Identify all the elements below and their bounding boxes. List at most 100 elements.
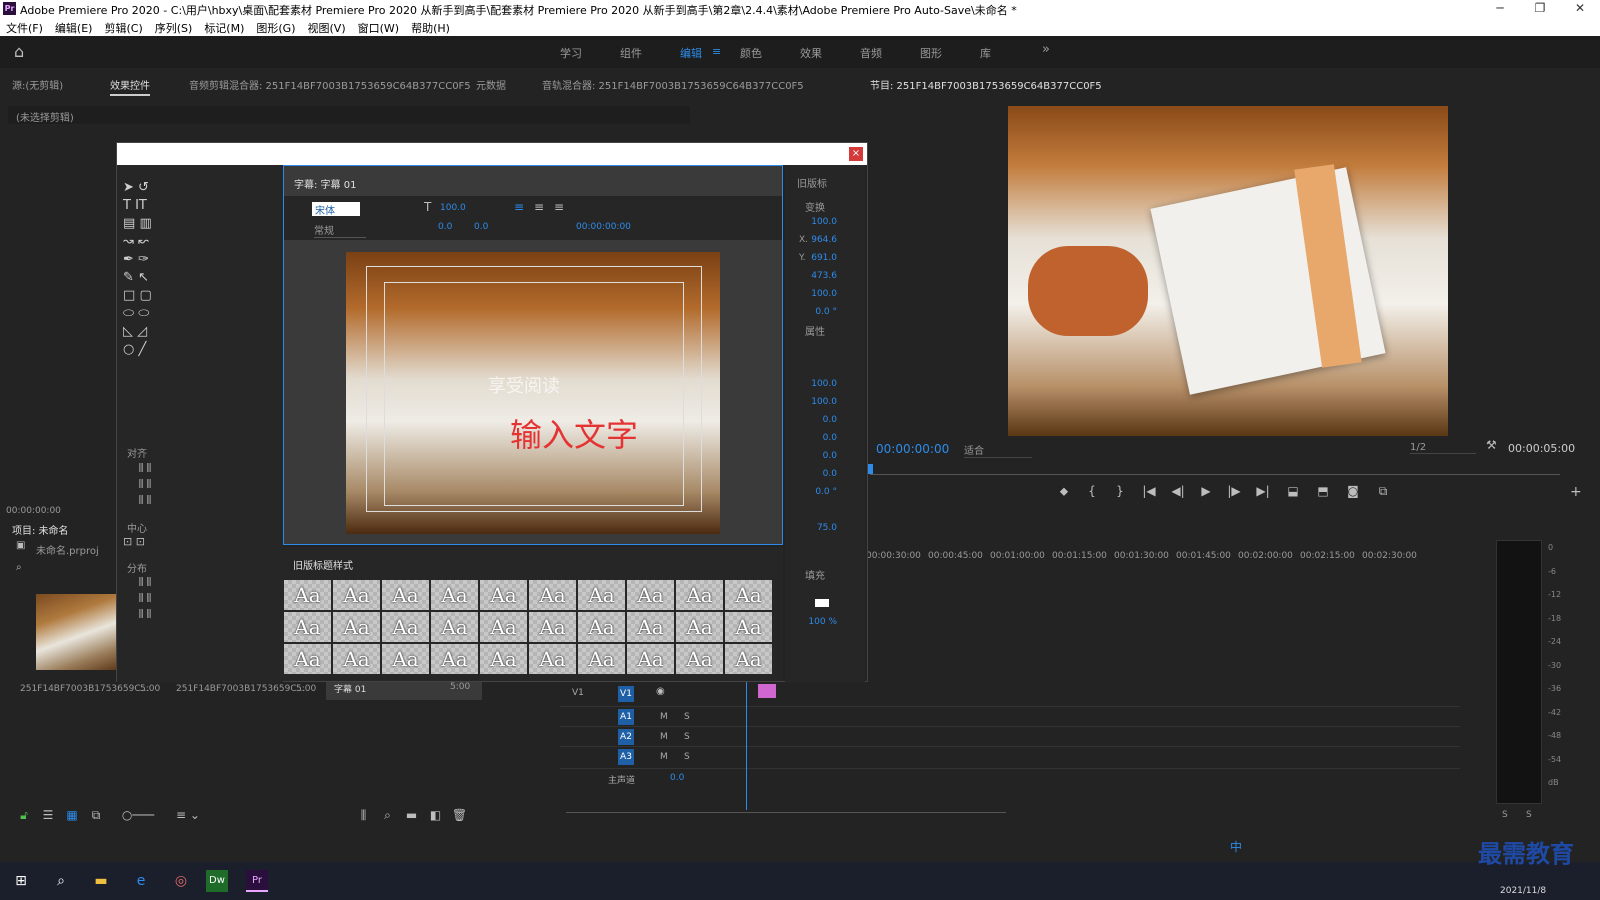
style-swatch[interactable]: Aa bbox=[431, 612, 478, 642]
ellipse-tool-icon[interactable]: ○ bbox=[123, 342, 134, 357]
clip-name[interactable]: 251F14BF7003B1753659C... bbox=[176, 684, 305, 694]
attr-value[interactable]: 0.0 bbox=[797, 415, 837, 425]
workspace-graphics[interactable]: 图形 bbox=[920, 45, 942, 61]
track-target[interactable]: V1 bbox=[618, 686, 634, 702]
track-v1[interactable]: V1 V1 ◉ bbox=[560, 684, 1460, 704]
style-swatch[interactable]: Aa bbox=[284, 580, 331, 610]
track-a3[interactable]: A3 M S bbox=[560, 746, 1460, 766]
clip-name[interactable]: 251F14BF7003B1753659C... bbox=[20, 684, 149, 694]
style-swatch[interactable]: Aa bbox=[382, 612, 429, 642]
workspace-audio[interactable]: 音频 bbox=[860, 45, 882, 61]
style-swatch[interactable]: Aa bbox=[431, 644, 478, 674]
style-swatch[interactable]: Aa bbox=[578, 612, 625, 642]
menu-clip[interactable]: 剪辑(C) bbox=[98, 18, 148, 36]
fill-color-swatch[interactable] bbox=[815, 599, 829, 607]
style-swatch[interactable]: Aa bbox=[578, 644, 625, 674]
leading-value[interactable]: 0.0 bbox=[474, 222, 488, 232]
style-swatch[interactable]: Aa bbox=[333, 644, 380, 674]
style-swatch[interactable]: Aa bbox=[382, 644, 429, 674]
automate-icon[interactable]: ⫼ bbox=[352, 808, 376, 823]
master-volume[interactable]: 0.0 bbox=[670, 773, 684, 783]
icon-view-icon[interactable]: ▦ bbox=[60, 808, 84, 822]
menu-view[interactable]: 视图(V) bbox=[302, 18, 352, 36]
mark-in-icon[interactable]: { bbox=[1078, 484, 1106, 498]
convert-anchor-tool-icon[interactable]: ↖ bbox=[138, 270, 149, 285]
style-swatch[interactable]: Aa bbox=[382, 580, 429, 610]
opacity-value[interactable]: 100.0 bbox=[797, 217, 837, 227]
workspace-editing[interactable]: 编辑 bbox=[680, 45, 702, 61]
style-swatch[interactable]: Aa bbox=[480, 612, 527, 642]
delete-anchor-tool-icon[interactable]: ✑ bbox=[138, 252, 149, 267]
vertical-type-tool-icon[interactable]: IT bbox=[135, 198, 147, 213]
rectangle-tool-icon[interactable]: □ bbox=[123, 288, 135, 303]
center-buttons[interactable]: ⊡ ⊡ bbox=[123, 535, 145, 548]
clipped-corner-tool-icon[interactable]: ⬭ bbox=[123, 306, 134, 321]
style-swatch[interactable]: Aa bbox=[529, 612, 576, 642]
step-back-icon[interactable]: ◀| bbox=[1164, 484, 1192, 498]
dialog-close-button[interactable]: × bbox=[849, 147, 863, 161]
compare-icon[interactable]: ⧉ bbox=[1368, 484, 1398, 499]
solo-button[interactable]: S bbox=[684, 752, 690, 762]
mark-out-icon[interactable]: } bbox=[1106, 484, 1134, 498]
rotate-tool-icon[interactable]: ↺ bbox=[138, 180, 149, 195]
premiere-taskbar-icon[interactable]: Pr bbox=[246, 870, 268, 892]
style-swatch[interactable]: Aa bbox=[676, 612, 723, 642]
rounded-rectangle-tool-icon[interactable]: ▢ bbox=[139, 288, 151, 303]
vertical-path-type-tool-icon[interactable]: ↜ bbox=[138, 234, 149, 249]
mute-button[interactable]: M bbox=[660, 732, 668, 742]
align-left-icon[interactable]: ≡ bbox=[514, 200, 524, 214]
menu-graphics[interactable]: 图形(G) bbox=[250, 18, 301, 36]
font-size-value[interactable]: 100.0 bbox=[440, 203, 466, 213]
align-right-icon[interactable]: ≡ bbox=[554, 200, 564, 214]
program-tab[interactable]: 节目: 251F14BF7003B1753659C64B377CC0F5 bbox=[870, 77, 1102, 92]
width-value[interactable]: 473.6 bbox=[797, 271, 837, 281]
menu-file[interactable]: 文件(F) bbox=[0, 18, 49, 36]
workspace-effects[interactable]: 效果 bbox=[800, 45, 822, 61]
workspace-assembly[interactable]: 组件 bbox=[620, 45, 642, 61]
type-tool-icon[interactable]: T bbox=[123, 198, 131, 213]
minimize-button[interactable]: ─ bbox=[1480, 0, 1520, 18]
style-swatch[interactable]: Aa bbox=[284, 612, 331, 642]
new-item-icon[interactable]: ◧ bbox=[424, 808, 448, 822]
align-buttons[interactable]: ⫼ ⫼ ⫼ ⫼ ⫼ ⫼ bbox=[125, 461, 165, 509]
selection-tool-icon[interactable]: ➤ bbox=[123, 180, 134, 195]
search-icon[interactable]: ⌕ bbox=[16, 562, 22, 573]
fit-select[interactable]: 适合 bbox=[964, 442, 1032, 458]
play-icon[interactable]: ▶ bbox=[1192, 484, 1220, 498]
track-a2[interactable]: A2 M S bbox=[560, 726, 1460, 746]
timeline-scrollbar[interactable] bbox=[566, 812, 1006, 818]
project-tab[interactable]: 项目: 未命名 bbox=[12, 522, 69, 537]
title-clip-on-timeline[interactable] bbox=[758, 684, 776, 698]
align-center-icon[interactable]: ≡ bbox=[534, 200, 544, 214]
style-swatch[interactable]: Aa bbox=[529, 644, 576, 674]
track-target[interactable]: A2 bbox=[618, 729, 634, 745]
zoom-slider[interactable]: ○─── bbox=[108, 808, 168, 822]
title-panel-tab[interactable]: 字幕: 字幕 01 bbox=[294, 176, 356, 191]
windows-start-icon[interactable]: ⊞ bbox=[6, 866, 36, 896]
timeline-playhead[interactable] bbox=[746, 660, 747, 810]
maximize-button[interactable]: ❐ bbox=[1520, 0, 1560, 18]
menu-help[interactable]: 帮助(H) bbox=[405, 18, 456, 36]
y-value[interactable]: 691.0 bbox=[797, 253, 837, 263]
kerning-value[interactable]: 0.0 bbox=[438, 222, 452, 232]
style-swatch[interactable]: Aa bbox=[333, 580, 380, 610]
mute-button[interactable]: M bbox=[660, 752, 668, 762]
trash-icon[interactable]: 🗑︎ bbox=[448, 808, 472, 822]
height-value[interactable]: 100.0 bbox=[797, 289, 837, 299]
solo-button[interactable]: S bbox=[684, 732, 690, 742]
vertical-area-type-tool-icon[interactable]: ▥ bbox=[139, 216, 151, 231]
title-text[interactable]: 输入文字 bbox=[510, 410, 638, 456]
clip-thumbnail[interactable] bbox=[36, 594, 116, 670]
program-scrubber[interactable] bbox=[870, 474, 1560, 475]
close-window-button[interactable]: ✕ bbox=[1560, 0, 1600, 18]
app-icon[interactable]: ◎ bbox=[166, 866, 196, 896]
tab-metadata[interactable]: 元数据 bbox=[476, 77, 506, 92]
menu-marker[interactable]: 标记(M) bbox=[198, 18, 250, 36]
track-target[interactable]: A1 bbox=[618, 709, 634, 725]
fill-section[interactable]: 填充 bbox=[805, 567, 825, 582]
x-value[interactable]: 964.6 bbox=[797, 235, 837, 245]
properties-tab[interactable]: 旧版标 bbox=[797, 175, 827, 190]
new-bin-icon[interactable]: ▬ bbox=[400, 808, 424, 822]
search-icon[interactable]: ⌕ bbox=[46, 866, 76, 896]
edge-icon[interactable]: e bbox=[126, 866, 156, 896]
